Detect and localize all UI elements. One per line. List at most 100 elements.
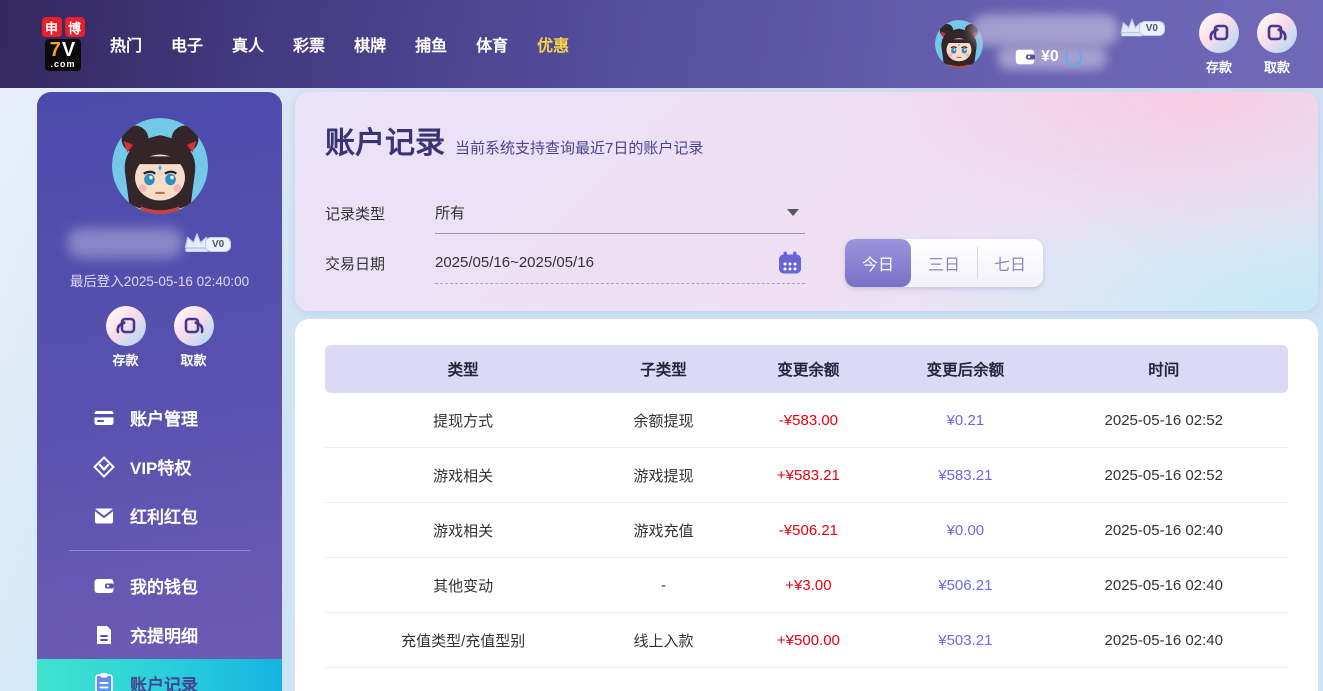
table-row: 提现方式 余额提现 -¥583.00 ¥0.21 2025-05-16 02:5… <box>325 393 1288 448</box>
sidebar-quick-actions: 存款 取款 <box>37 306 282 369</box>
cell-after-balance: ¥506.21 <box>938 576 993 594</box>
brand-badges: 申 博 <box>41 17 85 37</box>
brand-badge-right: 博 <box>64 17 85 37</box>
sidebar-item-bonus[interactable]: 红利红包 <box>37 491 282 540</box>
sidebar-item-account-management[interactable]: 账户管理 <box>37 393 282 442</box>
records-table-panel: 类型 子类型 变更余额 变更后余额 时间 提现方式 余额提现 -¥583.00 … <box>295 319 1318 691</box>
table-row: 充值类型/充值型别 线上入款 +¥500.00 ¥503.21 2025-05-… <box>325 613 1288 668</box>
wallet-icon <box>1015 49 1035 65</box>
logo-com: .com <box>50 59 76 69</box>
brand-logo[interactable]: 申 博 7V .com <box>36 17 90 71</box>
balance-row: ¥0 <box>1015 48 1082 66</box>
cell-type: 其他变动 <box>433 577 494 595</box>
nav-item-hot[interactable]: 热门 <box>110 32 142 56</box>
sidebar-item-wallet[interactable]: 我的钱包 <box>37 561 282 610</box>
cell-subtype: 线上入款 <box>633 632 694 650</box>
cell-subtype: 游戏充值 <box>633 522 694 540</box>
withdraw-button[interactable]: 取款 <box>173 306 214 369</box>
deposit-button[interactable]: 存款 <box>1199 12 1239 76</box>
user-cluster: V0 ¥0 存款 取款 <box>935 12 1297 76</box>
sidebar-item-label: 红利红包 <box>130 508 198 527</box>
account-records-table: 类型 子类型 变更余额 变更后余额 时间 提现方式 余额提现 -¥583.00 … <box>325 345 1288 668</box>
withdraw-button[interactable]: 取款 <box>1257 12 1297 76</box>
col-header-subtype: 子类型 <box>640 362 687 379</box>
table-header-row: 类型 子类型 变更余额 变更后余额 时间 <box>325 345 1288 393</box>
cell-time: 2025-05-16 02:40 <box>1104 576 1223 594</box>
withdraw-icon <box>1257 12 1297 53</box>
nav-item-promo[interactable]: 优惠 <box>537 32 569 56</box>
sidebar-item-account-records[interactable]: 账户记录 <box>37 659 282 691</box>
cell-after-balance: ¥503.21 <box>938 631 993 649</box>
vip-badge: V0 <box>183 230 232 254</box>
col-header-type: 类型 <box>447 362 479 379</box>
document-icon <box>97 625 111 644</box>
account-sidebar: V0 最后登入2025-05-16 02:40:00 存款 取款 账户管理 VI… <box>37 92 282 691</box>
red-envelope-icon <box>94 508 114 523</box>
deposit-icon <box>105 306 146 346</box>
record-type-label: 记录类型 <box>325 205 386 223</box>
vip-diamond-icon <box>93 455 115 478</box>
nav-item-lottery[interactable]: 彩票 <box>293 32 325 56</box>
cell-type: 游戏相关 <box>433 522 494 540</box>
refresh-balance-icon[interactable] <box>1064 48 1082 66</box>
table-row: 游戏相关 游戏提现 +¥583.21 ¥583.21 2025-05-16 02… <box>325 448 1288 503</box>
cell-time: 2025-05-16 02:52 <box>1104 466 1223 484</box>
cell-subtype: - <box>660 576 666 594</box>
deposit-label: 存款 <box>112 353 139 368</box>
sidebar-item-label: 我的钱包 <box>130 578 198 597</box>
records-filter-panel: 账户记录 当前系统支持查询最近7日的账户记录 记录类型 所有 交易日期 2025… <box>295 92 1318 311</box>
sidebar-item-label: VIP特权 <box>130 459 192 478</box>
cell-after-balance: ¥0.21 <box>946 411 985 429</box>
nav-item-sports[interactable]: 体育 <box>476 32 508 56</box>
col-header-change: 变更余额 <box>777 362 840 379</box>
cell-time: 2025-05-16 02:40 <box>1104 521 1223 539</box>
date-range-label: 交易日期 <box>325 255 386 273</box>
profile-avatar[interactable] <box>111 118 208 214</box>
table-row: 其他变动 - +¥3.00 ¥506.21 2025-05-16 02:40 <box>325 558 1288 613</box>
deposit-button[interactable]: 存款 <box>105 306 146 369</box>
vip-badge: V0 <box>1119 16 1165 38</box>
cell-change: -¥583.00 <box>778 411 839 429</box>
deposit-label: 存款 <box>1205 59 1232 75</box>
record-type-select[interactable]: 所有 <box>435 192 805 234</box>
nav-item-slots[interactable]: 电子 <box>171 32 203 56</box>
date-range-input[interactable]: 2025/05/16~2025/05/16 <box>435 242 805 284</box>
record-type-value: 所有 <box>435 205 466 222</box>
last-login-text: 最后登入2025-05-16 02:40:00 <box>69 274 250 289</box>
date-range-row: 交易日期 2025/05/16~2025/05/16 <box>325 242 805 284</box>
vip-level-tag: V0 <box>1138 21 1165 36</box>
withdraw-icon <box>173 306 214 346</box>
cell-change: -¥506.21 <box>778 521 839 539</box>
top-navigation-bar: 申 博 7V .com 热门 电子 真人 彩票 棋牌 捕鱼 体育 优惠 V0 ¥… <box>0 0 1323 88</box>
range-button-3days[interactable]: 三日 <box>911 239 977 287</box>
balance-amount: ¥0 <box>1041 48 1059 65</box>
cell-subtype: 余额提现 <box>633 412 694 430</box>
chevron-down-icon <box>787 209 799 216</box>
calendar-icon[interactable] <box>777 250 803 276</box>
range-button-today[interactable]: 今日 <box>845 239 911 287</box>
col-header-after-balance: 变更后余额 <box>926 362 1005 379</box>
nav-item-fishing[interactable]: 捕鱼 <box>415 32 447 56</box>
cell-time: 2025-05-16 02:40 <box>1104 631 1223 649</box>
range-button-7days[interactable]: 七日 <box>977 239 1043 287</box>
sidebar-item-vip[interactable]: VIP特权 <box>37 442 282 491</box>
sidebar-item-transactions[interactable]: 充提明细 <box>37 610 282 659</box>
cell-change: +¥3.00 <box>785 576 832 594</box>
logo-7: 7 <box>49 39 62 61</box>
cell-after-balance: ¥0.00 <box>946 521 985 539</box>
logo-v: V <box>61 39 77 61</box>
date-range-value: 2025/05/16~2025/05/16 <box>435 254 594 271</box>
title-row: 账户记录 当前系统支持查询最近7日的账户记录 <box>295 92 1318 162</box>
brand-logo-box: 7V .com <box>44 39 82 71</box>
nav-item-board[interactable]: 棋牌 <box>354 32 386 56</box>
topbar-actions: 存款 取款 <box>1199 12 1297 76</box>
date-quick-range-group: 今日 三日 七日 <box>845 239 1043 287</box>
profile-userline: V0 <box>37 226 282 264</box>
page-title: 账户记录 <box>325 127 445 160</box>
blurred-username <box>971 14 1119 46</box>
cell-change: +¥583.21 <box>776 466 840 484</box>
table-row: 游戏相关 游戏充值 -¥506.21 ¥0.00 2025-05-16 02:4… <box>325 503 1288 558</box>
withdraw-label: 取款 <box>1263 59 1290 75</box>
cell-type: 提现方式 <box>433 412 494 430</box>
nav-item-live[interactable]: 真人 <box>232 32 264 56</box>
